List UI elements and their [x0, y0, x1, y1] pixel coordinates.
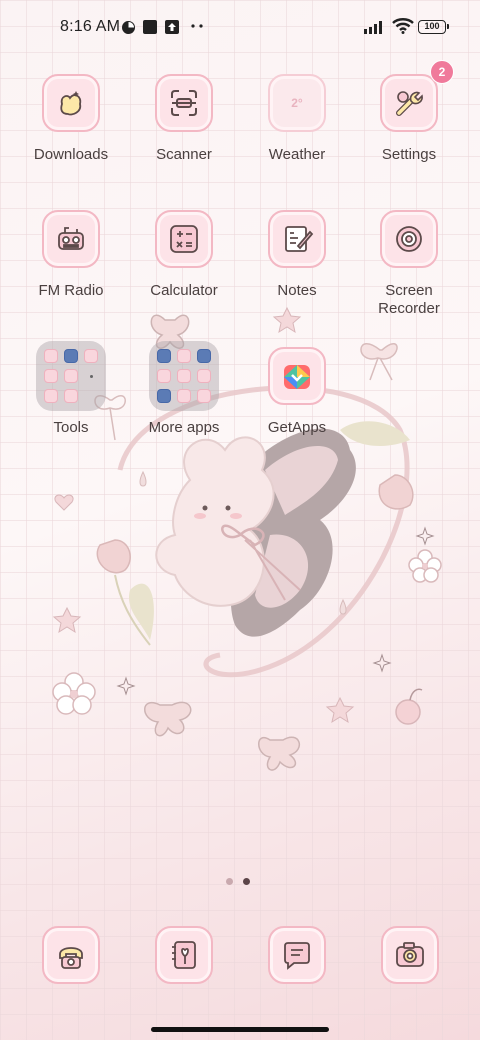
messages-icon: [268, 926, 326, 984]
gesture-navigation-bar[interactable]: [151, 1027, 329, 1032]
app-getapps[interactable]: GetApps: [242, 347, 352, 437]
app-label: Screen Recorder: [378, 282, 440, 317]
camera-icon: [381, 926, 439, 984]
app-label: Downloads: [33, 146, 109, 163]
settings-icon: [380, 74, 438, 132]
weather-icon: 2°: [268, 74, 326, 132]
dock-contacts[interactable]: [155, 926, 213, 984]
app-label: FM Radio: [38, 282, 104, 299]
app-downloads[interactable]: Downloads: [16, 74, 126, 164]
app-calculator[interactable]: Calculator: [129, 210, 239, 300]
folder-label: Tools: [53, 419, 89, 436]
app-label: Weather: [268, 146, 326, 163]
settings-notification-badge: 2: [430, 60, 454, 84]
signal-icon: [364, 20, 386, 34]
page-dot[interactable]: [226, 878, 233, 885]
scanner-icon: [155, 74, 213, 132]
app-scanner[interactable]: Scanner: [129, 74, 239, 164]
square-notification-icon: [143, 20, 157, 34]
app-notes[interactable]: Notes: [242, 210, 352, 300]
dock-camera[interactable]: [381, 926, 439, 984]
folder-more-apps[interactable]: More apps: [129, 341, 239, 437]
app-label: Settings: [381, 146, 437, 163]
dock-messages[interactable]: [268, 926, 326, 984]
app-settings[interactable]: Settings: [354, 74, 464, 164]
upload-icon: [165, 20, 179, 34]
folder-label: More apps: [148, 419, 220, 436]
app-label: Notes: [277, 282, 317, 299]
app-label: GetApps: [267, 419, 327, 436]
app-label: Scanner: [156, 146, 212, 163]
page-indicator: [226, 878, 250, 885]
page-dot-active[interactable]: [243, 878, 250, 885]
screen-recorder-icon: [380, 210, 438, 268]
fm-radio-icon: [42, 210, 100, 268]
status-time: 8:16 AM: [60, 18, 121, 35]
app-fm-radio[interactable]: FM Radio: [16, 210, 126, 300]
app-label: Calculator: [150, 282, 218, 299]
more-dots-icon: [191, 24, 203, 28]
app-weather[interactable]: 2° Weather: [242, 74, 352, 164]
dock-phone[interactable]: [42, 926, 100, 984]
folder-icon: [149, 341, 219, 411]
status-bar: 8:16 AM 100: [0, 0, 480, 56]
contacts-icon: [155, 926, 213, 984]
folder-icon: [36, 341, 106, 411]
app-screen-recorder[interactable]: Screen Recorder: [354, 210, 464, 318]
getapps-icon: [268, 347, 326, 405]
wifi-icon: [392, 18, 414, 34]
phone-icon: [42, 926, 100, 984]
notes-icon: [268, 210, 326, 268]
battery-icon: 100: [418, 20, 449, 34]
folder-tools[interactable]: Tools: [16, 341, 126, 437]
data-saver-icon: [122, 21, 135, 34]
downloads-icon: [42, 74, 100, 132]
calculator-icon: [155, 210, 213, 268]
